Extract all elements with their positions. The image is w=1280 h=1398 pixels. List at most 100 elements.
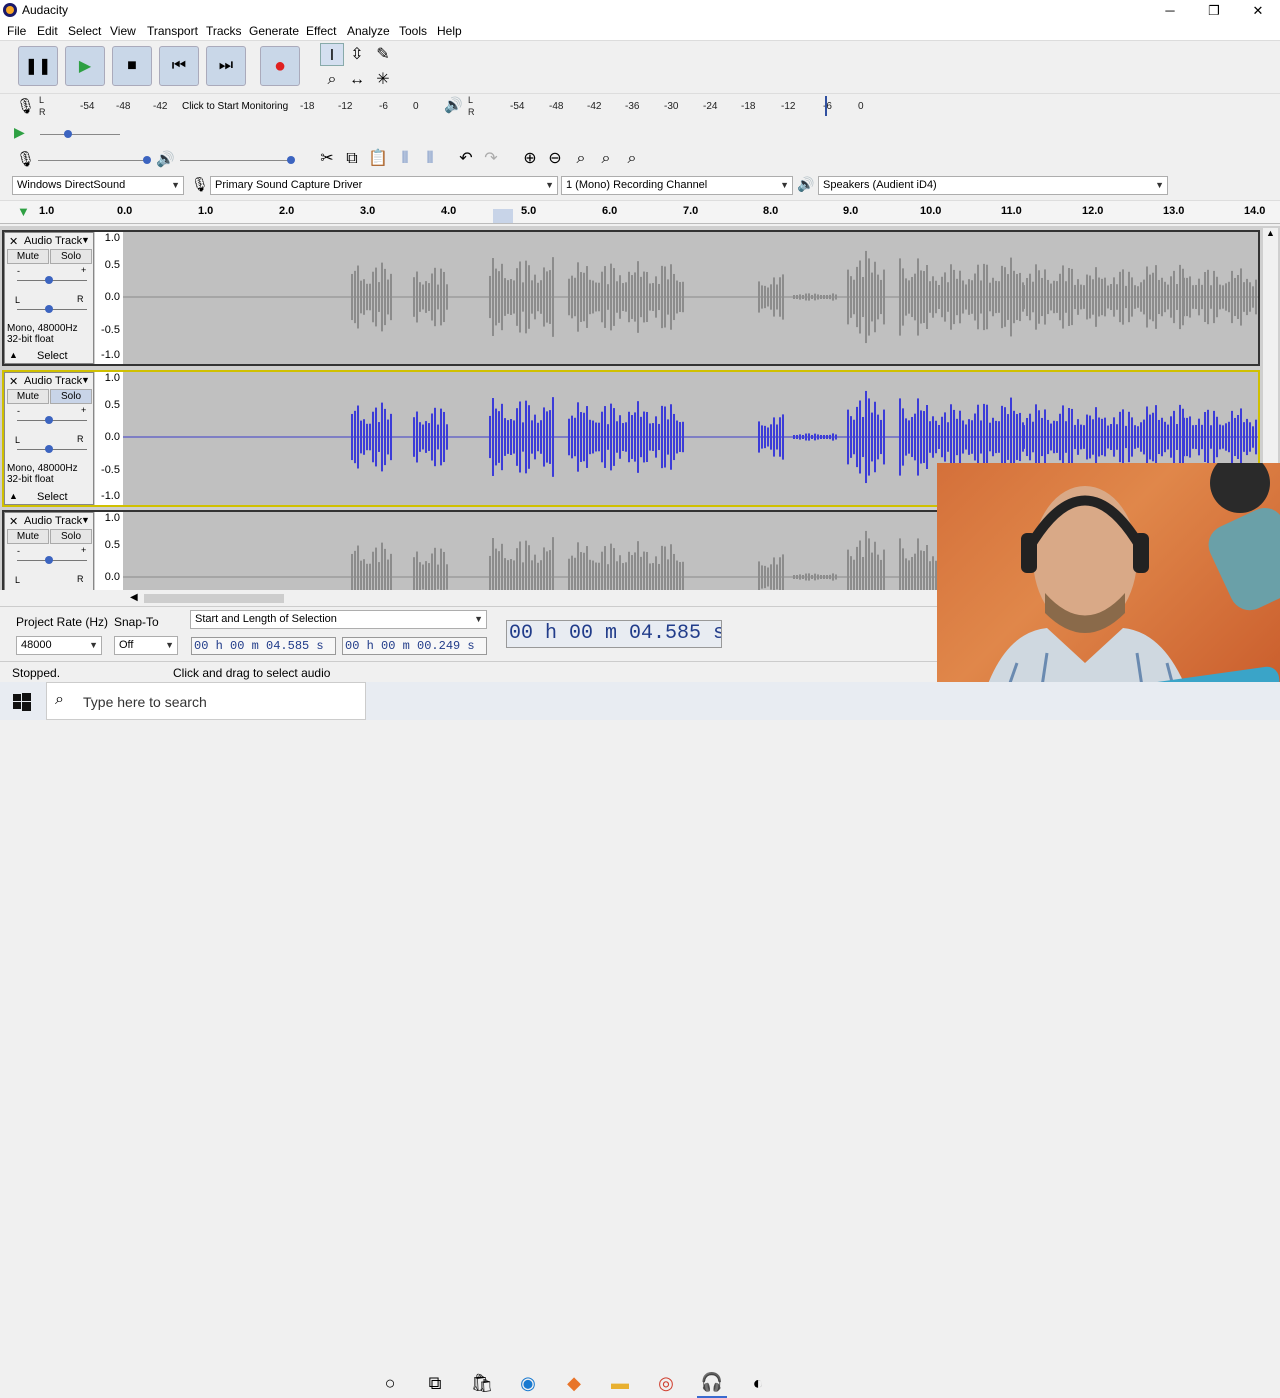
select-track-button[interactable]: Select xyxy=(37,350,68,362)
speed-slider-thumb[interactable] xyxy=(64,130,72,138)
selection-tool-icon[interactable]: I xyxy=(320,43,344,66)
menu-view[interactable]: View xyxy=(110,24,136,38)
stop-button[interactable]: ■ xyxy=(112,46,152,86)
pan-slider-thumb[interactable] xyxy=(45,445,53,453)
skip-start-button[interactable]: ⏮ xyxy=(159,46,199,86)
task-view-icon[interactable]: ⧉ xyxy=(420,1368,450,1398)
collapse-icon[interactable]: ▲ xyxy=(9,350,18,360)
cortana-icon[interactable]: ○ xyxy=(375,1368,405,1398)
track-close-button[interactable]: ✕ xyxy=(9,235,18,248)
zoom-out-icon[interactable]: ⊖ xyxy=(543,147,567,170)
selection-length-field[interactable]: 00 h 00 m 00.249 s xyxy=(342,637,487,655)
recording-channels-select[interactable]: 1 (Mono) Recording Channel ▼ xyxy=(561,176,793,195)
minimize-button[interactable]: ─ xyxy=(1148,0,1192,21)
snap-to-select[interactable]: Off ▼ xyxy=(114,636,178,655)
scroll-up-icon[interactable]: ▲ xyxy=(1266,228,1275,238)
menu-select[interactable]: Select xyxy=(68,24,101,38)
audacity-taskbar-icon[interactable]: 🎧 xyxy=(697,1368,727,1398)
fit-selection-icon[interactable]: ⌕ xyxy=(569,147,593,170)
chrome-icon[interactable]: ◎ xyxy=(651,1368,681,1398)
playback-volume-slider[interactable] xyxy=(180,160,290,161)
menu-help[interactable]: Help xyxy=(437,24,462,38)
audio-position-display[interactable]: 00 h 00 m 04.585 s xyxy=(506,620,722,648)
skip-end-button[interactable]: ⏭ xyxy=(206,46,246,86)
close-window-button[interactable]: ✕ xyxy=(1236,0,1280,21)
zoom-tool-icon[interactable]: ⌕ xyxy=(320,68,344,91)
gain-slider-thumb[interactable] xyxy=(45,416,53,424)
menu-analyze[interactable]: Analyze xyxy=(347,24,390,38)
track-1-waveform[interactable] xyxy=(123,232,1258,364)
redo-icon[interactable]: ↷ xyxy=(479,147,503,170)
monitor-label[interactable]: Click to Start Monitoring xyxy=(182,101,288,112)
play-at-speed-icon[interactable]: ▶ xyxy=(14,124,25,141)
cut-icon[interactable]: ✂ xyxy=(315,147,339,170)
menu-file[interactable]: File xyxy=(7,24,26,38)
waveform-sample xyxy=(805,293,807,301)
menu-tracks[interactable]: Tracks xyxy=(206,24,242,38)
recording-device-select[interactable]: Primary Sound Capture Driver ▼ xyxy=(210,176,558,195)
zoom-in-icon[interactable]: ⊕ xyxy=(518,147,542,170)
record-volume-thumb[interactable] xyxy=(143,156,151,164)
edge-icon[interactable]: ◉ xyxy=(513,1368,543,1398)
store-icon[interactable]: 🛍 xyxy=(467,1368,497,1398)
menu-effect[interactable]: Effect xyxy=(306,24,336,38)
track-name-menu[interactable]: Audio Track xyxy=(24,515,82,527)
taskbar-search-box[interactable]: ⌕ Type here to search xyxy=(46,682,366,720)
restore-button[interactable]: ❐ xyxy=(1192,0,1236,21)
play-button[interactable]: ▶ xyxy=(65,46,105,86)
select-track-button[interactable]: Select xyxy=(37,491,68,503)
record-meter[interactable]: -54 -48 -42 Click to Start Monitoring -1… xyxy=(48,94,423,118)
undo-icon[interactable]: ↶ xyxy=(454,147,478,170)
draw-tool-icon[interactable]: ✎ xyxy=(371,43,395,66)
copy-icon[interactable]: ⧉ xyxy=(340,147,364,170)
mute-button[interactable]: Mute xyxy=(7,249,49,264)
file-explorer-icon[interactable]: ▬ xyxy=(605,1368,635,1398)
gain-slider-thumb[interactable] xyxy=(45,276,53,284)
track-name-menu[interactable]: Audio Track xyxy=(24,375,82,387)
gain-slider-thumb[interactable] xyxy=(45,556,53,564)
mute-button[interactable]: Mute xyxy=(7,389,49,404)
paste-icon[interactable]: 📋 xyxy=(366,147,390,170)
obs-icon[interactable]: ◐ xyxy=(743,1368,773,1398)
pause-button[interactable]: ❚❚ xyxy=(18,46,58,86)
selection-start-field[interactable]: 00 h 00 m 04.585 s xyxy=(191,637,336,655)
scroll-left-icon[interactable]: ◀ xyxy=(130,592,138,603)
timeshift-tool-icon[interactable]: ↔ xyxy=(345,68,369,91)
chevron-down-icon[interactable]: ▼ xyxy=(81,515,90,525)
record-button[interactable]: ● xyxy=(260,46,300,86)
playback-volume-thumb[interactable] xyxy=(287,156,295,164)
envelope-tool-icon[interactable]: ⇳ xyxy=(345,43,369,66)
pan-slider-thumb[interactable] xyxy=(45,305,53,313)
track-close-button[interactable]: ✕ xyxy=(9,375,18,388)
solo-button[interactable]: Solo xyxy=(50,529,92,544)
scrollbar-thumb[interactable] xyxy=(144,594,284,603)
fit-project-icon[interactable]: ⌕ xyxy=(594,147,618,170)
solo-button[interactable]: Solo xyxy=(50,389,92,404)
menu-generate[interactable]: Generate xyxy=(249,24,299,38)
track-close-button[interactable]: ✕ xyxy=(9,515,18,528)
windows-start-icon[interactable] xyxy=(12,692,32,712)
menu-edit[interactable]: Edit xyxy=(37,24,58,38)
record-volume-slider[interactable] xyxy=(38,160,148,161)
mute-button[interactable]: Mute xyxy=(7,529,49,544)
multi-tool-icon[interactable]: ✳ xyxy=(371,68,395,91)
project-rate-select[interactable]: 48000 ▼ xyxy=(16,636,102,655)
menu-transport[interactable]: Transport xyxy=(147,24,198,38)
playback-meter[interactable]: -54 -48 -42 -36 -30 -24 -18 -12 -6 0 xyxy=(478,94,873,118)
zoom-toggle-icon[interactable]: ⌕ xyxy=(620,147,644,170)
audio-host-select[interactable]: Windows DirectSound ▼ xyxy=(12,176,184,195)
chevron-down-icon[interactable]: ▼ xyxy=(81,235,90,245)
chevron-down-icon[interactable]: ▼ xyxy=(81,375,90,385)
collapse-icon[interactable]: ▲ xyxy=(9,491,18,501)
timeline-ruler[interactable]: ▼ 1.0 0.0 1.0 2.0 3.0 4.0 5.0 6.0 7.0 8.… xyxy=(0,200,1280,224)
track-name-menu[interactable]: Audio Track xyxy=(24,235,82,247)
speed-slider[interactable] xyxy=(40,134,120,135)
silence-icon[interactable]: ⦀ xyxy=(418,147,442,170)
brave-icon[interactable]: ◆ xyxy=(559,1368,589,1398)
menu-tools[interactable]: Tools xyxy=(399,24,427,38)
solo-button[interactable]: Solo xyxy=(50,249,92,264)
playback-device-select[interactable]: Speakers (Audient iD4) ▼ xyxy=(818,176,1168,195)
trim-icon[interactable]: ⦀ xyxy=(393,147,417,170)
pinned-play-head-icon[interactable]: ▼ xyxy=(17,204,30,219)
selection-mode-select[interactable]: Start and Length of Selection ▼ xyxy=(190,610,487,629)
